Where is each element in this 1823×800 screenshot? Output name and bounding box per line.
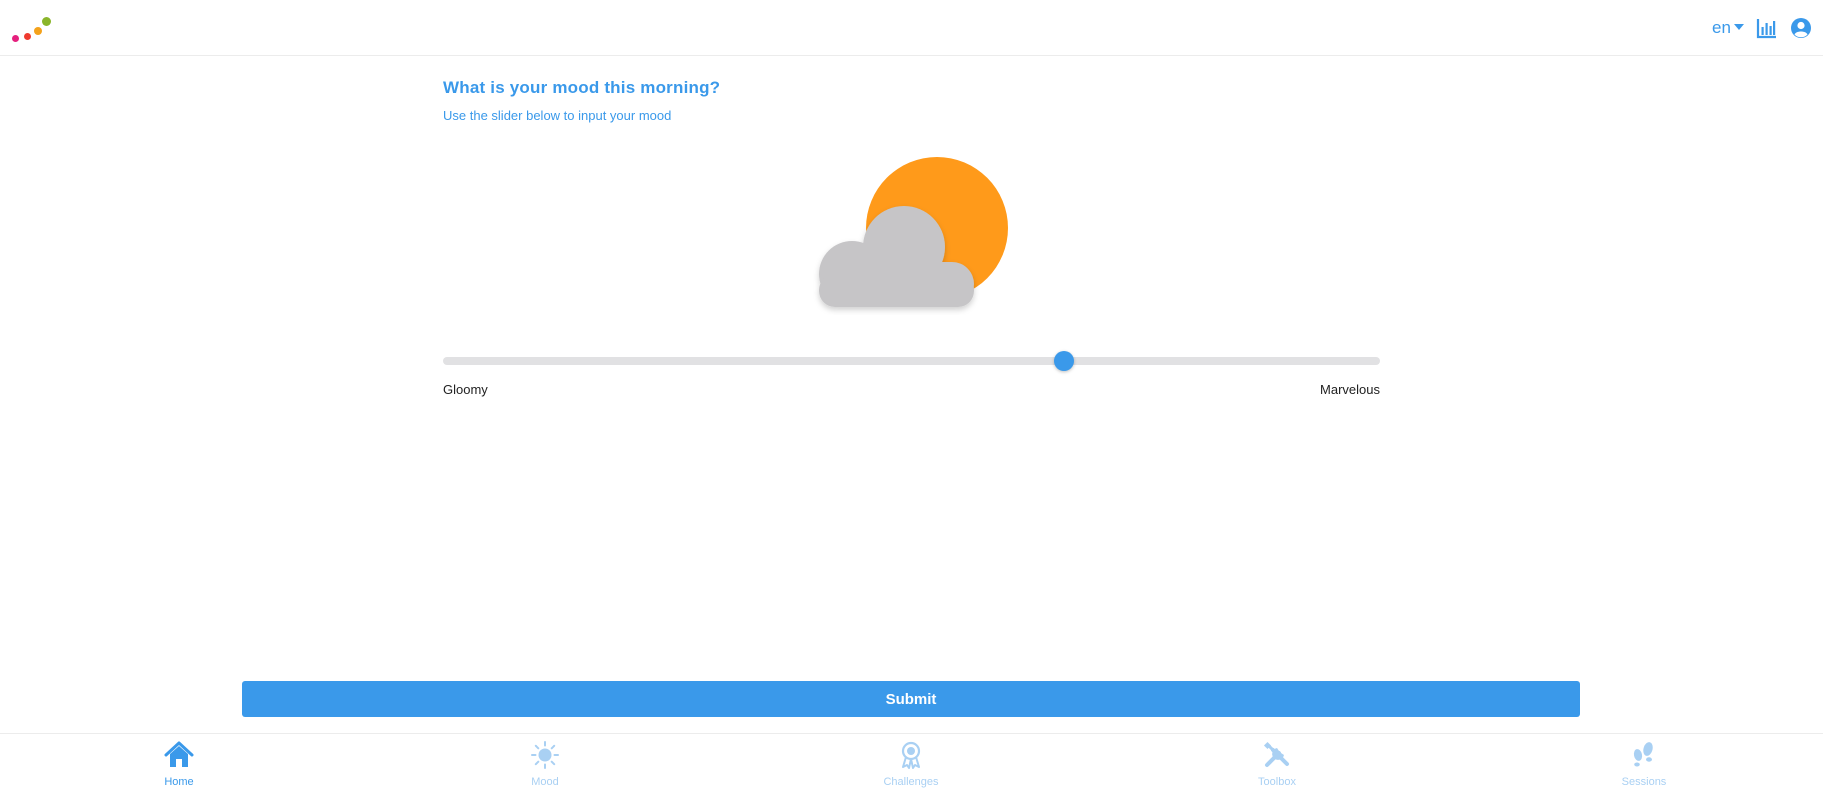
page-title: What is your mood this morning?	[443, 78, 721, 97]
slider-track[interactable]	[443, 357, 1380, 365]
nav-item-sessions[interactable]: Sessions	[1584, 740, 1704, 788]
top-bar: en	[0, 0, 1823, 56]
nav-label: Mood	[531, 776, 559, 788]
page-subtitle: Use the slider below to input your mood	[443, 108, 672, 123]
chart-icon[interactable]	[1756, 17, 1778, 39]
sun-behind-cloud-icon	[819, 157, 1008, 307]
caret-down-icon	[1733, 24, 1744, 30]
nav-label: Sessions	[1621, 776, 1667, 788]
award-icon	[901, 741, 921, 769]
logo-dot	[24, 33, 31, 40]
footsteps-icon	[1633, 742, 1653, 767]
nav-item-mood[interactable]: Mood	[485, 740, 605, 788]
language-label: en	[1712, 18, 1731, 37]
bottom-navigation: Home Mood Challenges Toolbox Sessions	[0, 733, 1823, 800]
nav-item-toolbox[interactable]: Toolbox	[1217, 740, 1337, 788]
language-selector[interactable]: en	[1712, 18, 1744, 38]
app-logo[interactable]	[10, 16, 52, 44]
mood-slider[interactable]	[443, 351, 1380, 371]
nav-item-challenges[interactable]: Challenges	[851, 740, 971, 788]
nav-label: Home	[164, 776, 194, 788]
submit-button[interactable]: Submit	[242, 681, 1580, 717]
home-icon	[164, 741, 194, 767]
slider-max-label: Marvelous	[1320, 382, 1380, 397]
slider-thumb[interactable]	[1054, 351, 1075, 371]
logo-dot	[34, 27, 42, 35]
logo-dot	[42, 17, 51, 26]
mood-question: What is your mood this morning? Use the …	[443, 78, 1380, 123]
logo-dot	[12, 35, 19, 42]
user-icon[interactable]	[1790, 17, 1812, 39]
nav-item-home[interactable]: Home	[119, 740, 239, 788]
nav-label: Challenges	[883, 776, 939, 788]
sun-icon	[531, 741, 559, 769]
slider-min-label: Gloomy	[443, 382, 488, 397]
tools-icon	[1263, 741, 1289, 767]
nav-label: Toolbox	[1258, 776, 1296, 788]
